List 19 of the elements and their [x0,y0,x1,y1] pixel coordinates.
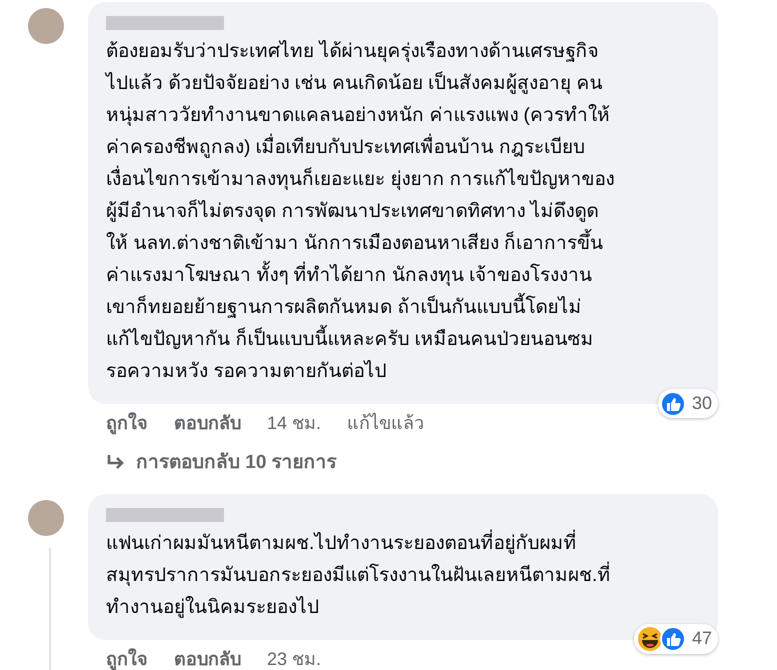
comment-action[interactable]: ตอบกลับ [174,410,241,437]
thumbs-up-icon [660,390,686,416]
thumbs-up-icon [660,626,686,652]
comment-action[interactable]: ตอบกลับ [174,646,241,670]
comment-action[interactable]: ถูกใจ [106,410,148,437]
comment-text: ต้องยอมรับว่าประเทศไทย ได้ผ่านยุครุ่งเรืองทางด้านเศรษฐกิจ ไปแล้ว ด้วยปัจจัยอย่าง เช่น คนเกิดน้อย เป็นสังคมผู้สูงอายุ คน หนุ่มสาววัยทำงานขาดแคลนอย่างหนัก ค่าแรงแพง (ควรทำให้ ค่าครองชีพถูกลง) เมื่อเทียบกับประเทศเพื่อนบ้าน กฎระเบียบ เงื่อนไขการเข้ามาลงทุนก็เยอะแยะ ยุ่งยาก การแก้ไขปัญหาของ ผู้มีอำนาจก็ไม่ตรงจุด การพัฒนาประเทศขาดทิศทาง ไม่ดึงดูด ให้ นลท.ต่างชาติเข้ามา นักการเมืองตอนหาเสียง ก็เอาการขึ้น ค่าแรงมาโฆษณา ทั้งๆ ที่ทำได้ยาก นักลงทุน เจ้าของโรงงาน เขาก็ทยอยย้ายฐานการผลิตกันหมด ถ้าเป็นกันแบบนี้โดยไม่ แก้ไขปัญหากัน ก็เป็นแบบนี้แหละครับ เหมือนคนป่วยนอนซม รอความหวัง รอความตายกันต่อไป [106,39,616,384]
comment-text: แฟนเก่าผมมันหนีตามผช.ไปทำงานระยองตอนที่อยู่กับผมที่ สมุทรปราการมันบอกระยองมีแต่โรงงานในฝันเลยหนีตามผช.ที่ ทำงานอยู่ในนิคมระยองไป [106,528,708,624]
reaction-count: 30 [692,392,712,415]
view-replies-link[interactable]: การตอบกลับ 10 รายการ [88,437,718,478]
comment-time[interactable]: 23 ชม. [267,646,322,670]
reaction-badge[interactable]: 30 [658,389,718,418]
avatar[interactable] [28,8,64,44]
reaction-badge[interactable]: 47 [634,624,718,654]
avatar[interactable] [28,500,64,536]
reaction-count: 47 [692,627,712,650]
comment-time[interactable]: 14 ชม. [267,410,322,437]
laughing-face-icon [636,624,664,652]
edited-label: แก้ไขแล้ว [347,412,424,435]
comment-action[interactable]: ถูกใจ [106,646,148,670]
